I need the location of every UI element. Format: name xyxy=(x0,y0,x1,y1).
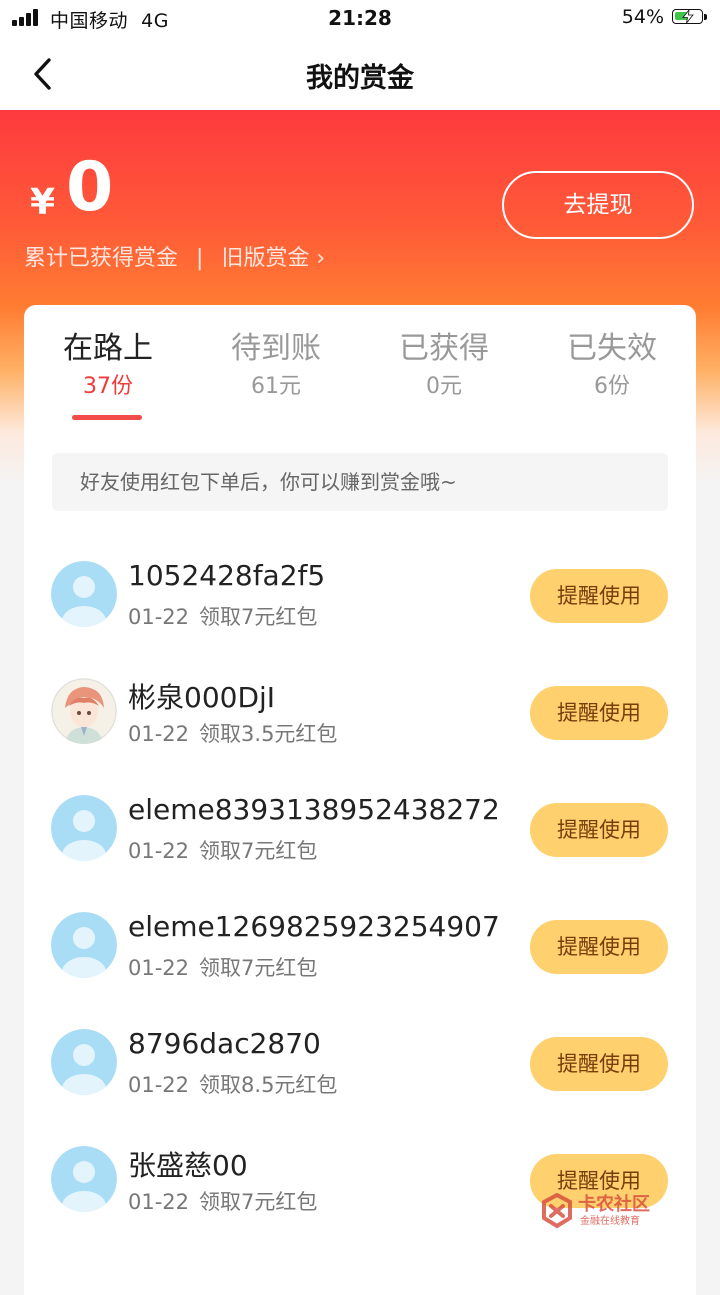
list-item: 1052428fa2f5 01-22 领取7元红包 提醒使用 xyxy=(24,541,696,658)
claim-date: 01-22 xyxy=(128,1073,190,1097)
page-title: 我的赏金 xyxy=(306,63,414,94)
nav-bar: 我的赏金 xyxy=(0,38,720,110)
list-item: 8796dac2870 01-22 领取8.5元红包 提醒使用 xyxy=(24,1009,696,1126)
tab-label: 已失效 xyxy=(567,331,657,366)
claim-detail: 领取7元红包 xyxy=(199,605,318,629)
friend-name: 张盛慈00 xyxy=(128,1149,248,1182)
withdraw-button[interactable]: 去提现 xyxy=(502,171,694,239)
hero-links: 累计已获得赏金 | 旧版赏金 › xyxy=(24,240,325,272)
friend-meta: 01-22 领取7元红包 xyxy=(128,1186,317,1216)
list-item: eleme8393138952438272 01-22 领取7元红包 提醒使用 xyxy=(24,775,696,892)
clock: 21:28 xyxy=(328,6,392,30)
default-avatar-icon xyxy=(51,1029,117,1095)
remind-button[interactable]: 提醒使用 xyxy=(530,803,668,857)
friend-meta: 01-22 领取7元红包 xyxy=(128,601,317,631)
remind-button[interactable]: 提醒使用 xyxy=(530,920,668,974)
tab-count: 61元 xyxy=(251,374,301,399)
watermark-subtitle: 金融在线教育 xyxy=(580,1216,640,1227)
friend-name: eleme1269825923254907 xyxy=(128,910,500,943)
default-avatar-icon xyxy=(51,1146,117,1212)
status-bar: 中国移动 4G 21:28 54% xyxy=(0,0,720,38)
charging-bolt-icon xyxy=(682,10,694,23)
list-item: eleme1269825923254907 01-22 领取7元红包 提醒使用 xyxy=(24,892,696,1009)
tab-label: 在路上 xyxy=(63,331,153,366)
remind-button[interactable]: 提醒使用 xyxy=(530,569,668,623)
currency-symbol: ¥ xyxy=(30,182,56,223)
tab-label: 已获得 xyxy=(399,331,489,366)
tab-count: 6份 xyxy=(594,374,630,399)
tab-count: 0元 xyxy=(426,374,462,399)
remind-button[interactable]: 提醒使用 xyxy=(530,686,668,740)
old-bounty-link[interactable]: 旧版赏金 › xyxy=(221,246,325,271)
claim-date: 01-22 xyxy=(128,722,190,746)
tab-bar: 在路上 37份 待到账 61元 已获得 0元 已失效 6份 xyxy=(24,327,696,427)
tab-pending[interactable]: 待到账 61元 xyxy=(192,327,360,427)
claim-detail: 领取3.5元红包 xyxy=(199,722,338,746)
watermark: 卡农社区 金融在线教育 xyxy=(540,1190,670,1234)
claim-detail: 领取7元红包 xyxy=(199,839,318,863)
tab-count: 37份 xyxy=(83,374,133,399)
default-avatar-icon xyxy=(51,795,117,861)
active-tab-indicator xyxy=(72,415,142,420)
separator: | xyxy=(196,246,204,271)
friend-name: 彬泉000DjI xyxy=(128,681,276,714)
default-avatar-icon xyxy=(51,912,117,978)
friend-meta: 01-22 领取7元红包 xyxy=(128,835,317,865)
remind-button[interactable]: 提醒使用 xyxy=(530,1037,668,1091)
battery-icon xyxy=(672,9,708,26)
amount-value: 0 xyxy=(66,148,114,227)
info-tip: 好友使用红包下单后，你可以赚到赏金哦~ xyxy=(52,453,668,511)
friend-name: eleme8393138952438272 xyxy=(128,793,500,826)
tab-label: 待到账 xyxy=(231,331,321,366)
friend-name: 1052428fa2f5 xyxy=(128,559,326,592)
tab-on-the-way[interactable]: 在路上 37份 xyxy=(24,327,192,427)
friend-name: 8796dac2870 xyxy=(128,1027,321,1060)
claim-date: 01-22 xyxy=(128,956,190,980)
claim-date: 01-22 xyxy=(128,839,190,863)
watermark-logo-icon xyxy=(542,1192,572,1229)
friend-meta: 01-22 领取7元红包 xyxy=(128,952,317,982)
bounty-card: 在路上 37份 待到账 61元 已获得 0元 已失效 6份 好友使用红包下单后，… xyxy=(24,305,696,1295)
anime-avatar-icon xyxy=(51,678,117,744)
friend-meta: 01-22 领取8.5元红包 xyxy=(128,1069,337,1099)
tab-expired[interactable]: 已失效 6份 xyxy=(528,327,696,427)
friend-meta: 01-22 领取3.5元红包 xyxy=(128,718,337,748)
tab-earned[interactable]: 已获得 0元 xyxy=(360,327,528,427)
claim-detail: 领取8.5元红包 xyxy=(199,1073,338,1097)
default-avatar-icon xyxy=(51,561,117,627)
claim-detail: 领取7元红包 xyxy=(199,1190,318,1214)
list-item: 彬泉000DjI 01-22 领取3.5元红包 提醒使用 xyxy=(24,658,696,775)
claim-date: 01-22 xyxy=(128,605,190,629)
claim-date: 01-22 xyxy=(128,1190,190,1214)
claim-detail: 领取7元红包 xyxy=(199,956,318,980)
total-bounty-label: 累计已获得赏金 xyxy=(24,246,179,271)
battery-percent: 54% xyxy=(621,6,664,28)
